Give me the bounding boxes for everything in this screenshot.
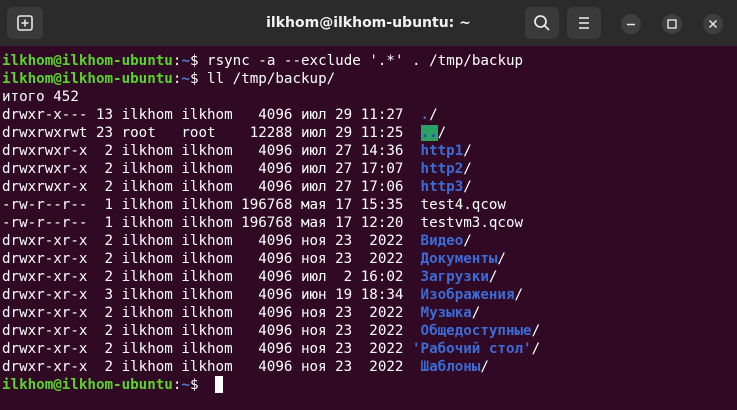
file-meta: drwxr-xr-x 2 ilkhom ilkhom 4096 ноя 23 2… — [2, 233, 421, 249]
terminal-window: ilkhom@ilkhom-ubuntu: ~ ilkhom@ilkhom-ub… — [0, 0, 737, 410]
minimize-icon — [627, 23, 635, 26]
dir-suffix: / — [429, 107, 438, 123]
dir-suffix: / — [463, 143, 472, 159]
total-line: итого 452 — [2, 89, 79, 105]
search-button[interactable] — [525, 7, 559, 39]
file-meta: drwxr-xr-x 2 ilkhom ilkhom 4096 ноя 23 2… — [2, 251, 421, 267]
prompt-symbol: $ — [189, 71, 208, 87]
listing-row: -rw-r--r-- 1 ilkhom ilkhom 196768 мая 17… — [2, 196, 506, 214]
prompt-user-host: ilkhom@ilkhom-ubuntu — [2, 53, 173, 69]
close-button[interactable] — [703, 14, 723, 34]
listing-row: drwxr-xr-x 2 ilkhom ilkhom 4096 ноя 23 2… — [2, 358, 489, 376]
file-meta: drwxrwxr-x 2 ilkhom ilkhom 4096 июл 27 1… — [2, 179, 421, 195]
dir-suffix: / — [531, 323, 541, 339]
prompt-path: ~ — [181, 377, 190, 393]
file-name: test4.qcow — [420, 197, 506, 213]
prompt-symbol: $ — [189, 53, 208, 69]
dir-name: Изображения — [420, 287, 515, 303]
title-bar: ilkhom@ilkhom-ubuntu: ~ — [0, 0, 737, 46]
dir-suffix: / — [480, 359, 489, 375]
dir-suffix: / — [531, 341, 541, 357]
new-tab-button[interactable] — [7, 7, 43, 39]
file-meta: drwxr-xr-x 2 ilkhom ilkhom 4096 ноя 23 2… — [2, 359, 421, 375]
file-name: testvm3.qcow — [420, 215, 524, 231]
command-line-2: ilkhom@ilkhom-ubuntu:~$ ll /tmp/backup/ — [2, 70, 335, 88]
maximize-icon — [667, 19, 677, 29]
listing-row: drwxr-xr-x 2 ilkhom ilkhom 4096 ноя 23 2… — [2, 304, 480, 322]
file-meta: -rw-r--r-- 1 ilkhom ilkhom 196768 мая 17… — [2, 215, 421, 231]
file-meta: drwxr-x--- 13 ilkhom ilkhom 4096 июл 29 … — [2, 107, 421, 123]
file-meta: drwxr-xr-x 2 ilkhom ilkhom 4096 июл 2 16… — [2, 269, 421, 285]
dir-suffix: / — [463, 179, 472, 195]
listing-row: drwxr-x--- 13 ilkhom ilkhom 4096 июл 29 … — [2, 106, 438, 124]
dir-suffix: / — [437, 125, 447, 141]
dir-suffix: / — [514, 287, 524, 303]
file-meta: drwxr-xr-x 3 ilkhom ilkhom 4096 июн 19 1… — [2, 287, 421, 303]
terminal-output[interactable]: ilkhom@ilkhom-ubuntu:~$ rsync -a --exclu… — [0, 50, 737, 410]
file-meta: drwxr-xr-x 2 ilkhom ilkhom 4096 ноя 23 2… — [2, 323, 421, 339]
file-meta: -rw-r--r-- 1 ilkhom ilkhom 196768 мая 17… — [2, 197, 421, 213]
minimize-button[interactable] — [621, 14, 641, 34]
dir-name: http1 — [420, 143, 464, 159]
dir-name: . — [420, 107, 430, 123]
listing-row: drwxr-xr-x 2 ilkhom ilkhom 4096 ноя 23 2… — [2, 340, 540, 358]
dir-name: Шаблоны — [420, 359, 481, 375]
listing-row: drwxr-xr-x 2 ilkhom ilkhom 4096 ноя 23 2… — [2, 250, 506, 268]
listing-row: drwxr-xr-x 2 ilkhom ilkhom 4096 июл 2 16… — [2, 268, 497, 286]
dir-name: Музыка — [420, 305, 472, 321]
listing-row: drwxr-xr-x 3 ilkhom ilkhom 4096 июн 19 1… — [2, 286, 523, 304]
file-meta: drwxrwxrwt 23 root root 12288 июл 29 11:… — [2, 125, 421, 141]
command-text: rsync -a --exclude '.*' . /tmp/backup — [207, 53, 524, 69]
command-text: ll /tmp/backup/ — [207, 71, 336, 87]
dir-suffix: / — [463, 233, 472, 249]
prompt-path: ~ — [181, 71, 190, 87]
dir-name: Общедоступные — [420, 323, 532, 339]
dir-name: http3 — [420, 179, 464, 195]
dir-name: Документы — [420, 251, 498, 267]
hamburger-menu-icon — [579, 17, 589, 29]
text-cursor — [215, 376, 224, 393]
file-meta: drwxrwxr-x 2 ilkhom ilkhom 4096 июл 27 1… — [2, 161, 421, 177]
dir-name: 'Рабочий стол' — [412, 341, 532, 357]
listing-row: drwxr-xr-x 2 ilkhom ilkhom 4096 ноя 23 2… — [2, 232, 472, 250]
dir-suffix: / — [488, 269, 498, 285]
new-tab-icon — [17, 15, 33, 31]
menu-button[interactable] — [567, 7, 601, 39]
search-icon — [534, 15, 550, 31]
dir-name: .. — [420, 125, 438, 141]
prompt-user-host: ilkhom@ilkhom-ubuntu — [2, 71, 173, 87]
dir-suffix: / — [471, 305, 481, 321]
listing-row: drwxrwxr-x 2 ilkhom ilkhom 4096 июл 27 1… — [2, 160, 472, 178]
file-meta: drwxr-xr-x 2 ilkhom ilkhom 4096 ноя 23 2… — [2, 341, 412, 357]
maximize-button[interactable] — [662, 14, 682, 34]
window-title: ilkhom@ilkhom-ubuntu: ~ — [266, 15, 471, 31]
listing-row: drwxrwxr-x 2 ilkhom ilkhom 4096 июл 27 1… — [2, 142, 472, 160]
command-line-3: ilkhom@ilkhom-ubuntu:~$ — [2, 376, 224, 394]
dir-name: Видео — [420, 233, 464, 249]
listing-row: -rw-r--r-- 1 ilkhom ilkhom 196768 мая 17… — [2, 214, 523, 232]
file-meta: drwxr-xr-x 2 ilkhom ilkhom 4096 ноя 23 2… — [2, 305, 421, 321]
listing-row: drwxrwxrwt 23 root root 12288 июл 29 11:… — [2, 124, 446, 142]
dir-name: Загрузки — [420, 269, 489, 285]
prompt-user-host: ilkhom@ilkhom-ubuntu — [2, 377, 173, 393]
dir-name: http2 — [420, 161, 464, 177]
command-line-1: ilkhom@ilkhom-ubuntu:~$ rsync -a --exclu… — [2, 52, 523, 70]
close-icon — [708, 19, 718, 29]
listing-row: drwxrwxr-x 2 ilkhom ilkhom 4096 июл 27 1… — [2, 178, 472, 196]
dir-suffix: / — [463, 161, 472, 177]
prompt-symbol: $ — [189, 377, 208, 393]
listing-row: drwxr-xr-x 2 ilkhom ilkhom 4096 ноя 23 2… — [2, 322, 540, 340]
dir-suffix: / — [497, 251, 506, 267]
prompt-path: ~ — [181, 53, 190, 69]
file-meta: drwxrwxr-x 2 ilkhom ilkhom 4096 июл 27 1… — [2, 143, 421, 159]
